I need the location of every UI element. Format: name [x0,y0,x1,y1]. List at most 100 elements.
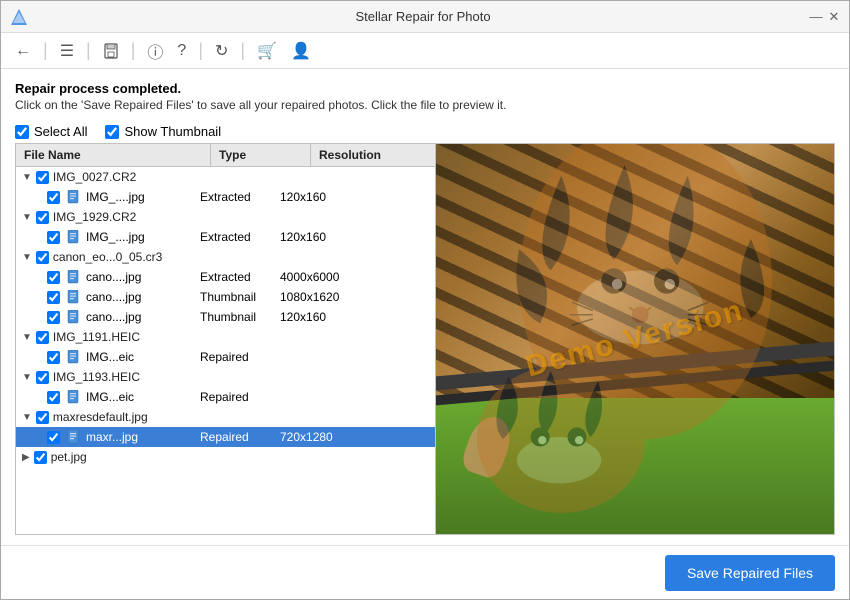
help-button[interactable]: ? [173,40,190,62]
sep1: | [43,40,48,61]
group-checkbox[interactable] [36,211,49,224]
account-button[interactable]: 👤 [287,39,315,63]
select-all-checkbox[interactable] [15,125,29,139]
file-row[interactable]: IMG...eic Repaired [16,347,435,367]
footer: Save Repaired Files [1,545,849,599]
group-row[interactable]: ▼ IMG_1193.HEIC [16,367,435,387]
group-checkbox[interactable] [34,451,47,464]
window-controls: — ✕ [809,10,841,24]
save-local-button[interactable] [99,41,123,61]
select-all-text: Select All [34,124,87,139]
group-row[interactable]: ▼ IMG_1191.HEIC [16,327,435,347]
window-title: Stellar Repair for Photo [37,9,809,24]
group-name: IMG_1929.CR2 [53,210,136,224]
file-type-icon [65,349,83,365]
group-checkbox[interactable] [36,171,49,184]
file-row[interactable]: cano....jpg Thumbnail 1080x1620 [16,287,435,307]
file-checkbox[interactable] [47,391,60,404]
group-arrow-icon: ▼ [22,172,32,183]
file-name: cano....jpg [86,290,196,304]
file-row[interactable]: cano....jpg Extracted 4000x6000 [16,267,435,287]
file-row[interactable]: maxr...jpg Repaired 720x1280 [16,427,435,447]
file-name: cano....jpg [86,270,196,284]
select-all-label[interactable]: Select All [15,124,87,139]
file-resolution: 120x160 [276,310,356,324]
file-checkbox[interactable] [47,431,60,444]
file-type-icon [65,389,83,405]
file-list-header: File Name Type Resolution [16,144,435,167]
group-checkbox[interactable] [36,331,49,344]
file-type-icon [65,289,83,305]
file-type: Repaired [196,350,276,364]
refresh-button[interactable]: ↻ [211,39,232,63]
sep3: | [131,40,136,61]
group-arrow-icon: ▼ [22,212,32,223]
menu-button[interactable]: ☰ [56,39,78,63]
file-row[interactable]: IMG...eic Repaired [16,387,435,407]
cart-button[interactable]: 🛒 [253,39,281,63]
group-arrow-icon: ▶ [22,452,30,463]
file-name: IMG...eic [86,350,196,364]
file-name: cano....jpg [86,310,196,324]
group-row[interactable]: ▶ pet.jpg [16,447,435,467]
group-row[interactable]: ▼ IMG_0027.CR2 [16,167,435,187]
group-row[interactable]: ▼ canon_eo...0_05.cr3 [16,247,435,267]
status-heading: Repair process completed. [15,81,835,96]
file-type-icon [65,189,83,205]
show-thumbnail-checkbox[interactable] [105,125,119,139]
file-type-icon [65,429,83,445]
info-button[interactable]: ⓘ [143,37,167,65]
file-type: Extracted [196,190,276,204]
title-bar: Stellar Repair for Photo — ✕ [1,1,849,33]
file-row[interactable]: IMG_....jpg Extracted 120x160 [16,187,435,207]
group-name: canon_eo...0_05.cr3 [53,250,162,264]
options-row: Select All Show Thumbnail [15,124,835,139]
file-type: Thumbnail [196,290,276,304]
file-row[interactable]: cano....jpg Thumbnail 120x160 [16,307,435,327]
file-list-body[interactable]: ▼ IMG_0027.CR2 IMG [16,167,435,534]
app-icon [9,7,29,27]
file-resolution: 1080x1620 [276,290,356,304]
tiger-image: Demo Version [436,144,834,534]
back-button[interactable]: ← [11,40,35,62]
file-checkbox[interactable] [47,271,60,284]
file-checkbox-wrap [44,271,62,284]
preview-panel: Demo Version [436,144,834,534]
file-type: Repaired [196,430,276,444]
file-resolution: 720x1280 [276,430,356,444]
status-section: Repair process completed. Click on the '… [15,81,835,112]
file-checkbox[interactable] [47,351,60,364]
sep4: | [198,40,203,61]
group-checkbox[interactable] [36,251,49,264]
save-repaired-files-button[interactable]: Save Repaired Files [665,555,835,591]
main-area: File Name Type Resolution ▼ IMG_0027.CR2 [15,143,835,535]
col-header-type: Type [211,144,311,166]
group-row[interactable]: ▼ maxresdefault.jpg [16,407,435,427]
file-resolution: 120x160 [276,230,356,244]
col-header-resolution: Resolution [311,144,411,166]
file-checkbox-wrap [44,431,62,444]
group-arrow-icon: ▼ [22,252,32,263]
group-checkbox[interactable] [36,411,49,424]
file-checkbox[interactable] [47,191,60,204]
file-checkbox[interactable] [47,311,60,324]
group-checkbox[interactable] [36,371,49,384]
group-arrow-icon: ▼ [22,412,32,423]
show-thumbnail-label[interactable]: Show Thumbnail [105,124,221,139]
file-checkbox[interactable] [47,231,60,244]
group-row[interactable]: ▼ IMG_1929.CR2 [16,207,435,227]
sep2: | [86,40,91,61]
sep5: | [240,40,245,61]
group-name: maxresdefault.jpg [53,410,148,424]
minimize-button[interactable]: — [809,10,823,24]
file-checkbox[interactable] [47,291,60,304]
content-area: Repair process completed. Click on the '… [1,69,849,545]
file-name: maxr...jpg [86,430,196,444]
file-name: IMG...eic [86,390,196,404]
file-checkbox-wrap [44,351,62,364]
file-type-icon [65,269,83,285]
file-row[interactable]: IMG_....jpg Extracted 120x160 [16,227,435,247]
file-type: Extracted [196,230,276,244]
close-button[interactable]: ✕ [827,10,841,24]
file-resolution: 120x160 [276,190,356,204]
